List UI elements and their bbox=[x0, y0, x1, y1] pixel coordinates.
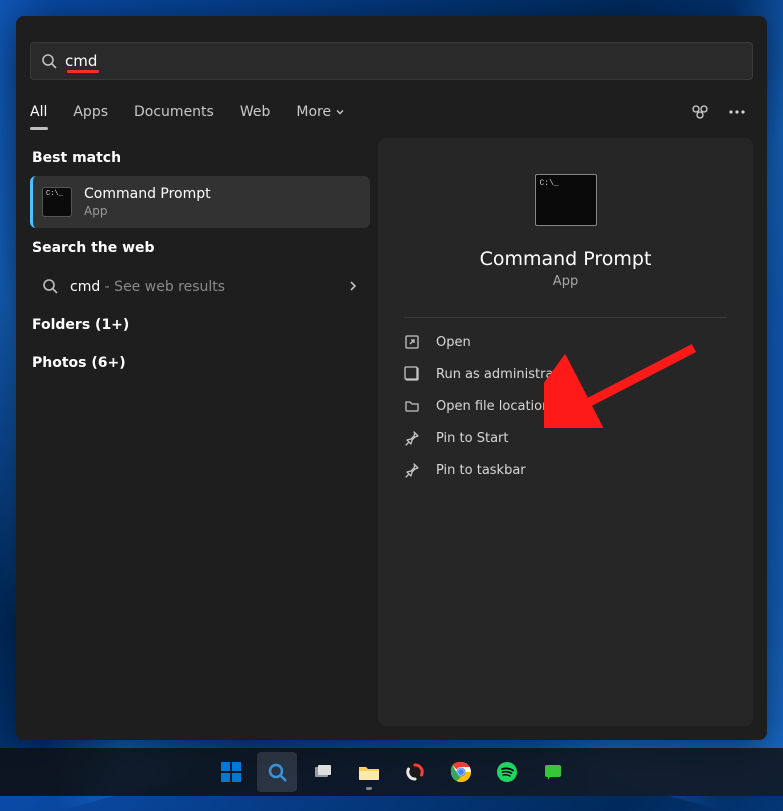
tab-documents[interactable]: Documents bbox=[134, 98, 214, 126]
results-column: Best match C:\_ Command Prompt App Searc… bbox=[30, 138, 370, 726]
pin-icon bbox=[404, 462, 420, 478]
preview-title: Command Prompt bbox=[378, 248, 753, 270]
admin-icon bbox=[404, 366, 420, 382]
folders-header[interactable]: Folders (1+) bbox=[30, 305, 370, 343]
search-icon bbox=[42, 278, 58, 294]
start-search-panel: All Apps Documents Web More Best match C… bbox=[16, 16, 767, 740]
pin-icon bbox=[404, 430, 420, 446]
app-share-x[interactable] bbox=[395, 752, 435, 792]
chevron-right-icon bbox=[348, 280, 358, 292]
annotation-underline bbox=[67, 70, 99, 73]
category-button[interactable] bbox=[685, 96, 717, 128]
search-taskbar-button[interactable] bbox=[257, 752, 297, 792]
tab-all[interactable]: All bbox=[30, 98, 47, 126]
action-pin-start[interactable]: Pin to Start bbox=[386, 422, 745, 454]
search-icon bbox=[41, 53, 57, 69]
search-input[interactable] bbox=[65, 52, 742, 70]
best-match-result[interactable]: C:\_ Command Prompt App bbox=[30, 176, 370, 228]
result-title: Command Prompt bbox=[84, 186, 211, 202]
preview-app-icon: C:\_ bbox=[535, 174, 597, 226]
best-match-header: Best match bbox=[30, 138, 370, 176]
start-button[interactable] bbox=[211, 752, 251, 792]
web-query: cmd bbox=[70, 279, 100, 295]
web-suffix: - See web results bbox=[100, 279, 225, 295]
preview-subtitle: App bbox=[378, 274, 753, 289]
spotify-button[interactable] bbox=[487, 752, 527, 792]
filter-tabs: All Apps Documents Web More bbox=[16, 96, 767, 138]
task-view-button[interactable] bbox=[303, 752, 343, 792]
result-text: Command Prompt App bbox=[84, 186, 211, 218]
action-run-admin[interactable]: Run as administrator bbox=[386, 358, 745, 390]
action-list: Open Run as administrator Open file loca… bbox=[378, 322, 753, 490]
action-open[interactable]: Open bbox=[386, 326, 745, 358]
command-prompt-icon: C:\_ bbox=[42, 187, 72, 217]
tab-apps[interactable]: Apps bbox=[73, 98, 108, 126]
file-explorer-button[interactable] bbox=[349, 752, 389, 792]
preview-panel: C:\_ Command Prompt App Open Run as admi… bbox=[378, 138, 753, 726]
chevron-down-icon bbox=[335, 107, 345, 117]
chat-button[interactable] bbox=[533, 752, 573, 792]
tab-web[interactable]: Web bbox=[240, 98, 271, 126]
search-web-header: Search the web bbox=[30, 228, 370, 266]
search-box[interactable] bbox=[30, 42, 753, 80]
web-search-result[interactable]: cmd - See web results bbox=[30, 266, 370, 305]
action-pin-taskbar[interactable]: Pin to taskbar bbox=[386, 454, 745, 486]
open-icon bbox=[404, 334, 420, 350]
folder-icon bbox=[404, 398, 420, 414]
chrome-button[interactable] bbox=[441, 752, 481, 792]
result-subtitle: App bbox=[84, 204, 211, 218]
tab-more[interactable]: More bbox=[296, 98, 345, 126]
taskbar bbox=[0, 748, 783, 796]
more-options-button[interactable] bbox=[721, 96, 753, 128]
action-open-location[interactable]: Open file location bbox=[386, 390, 745, 422]
photos-header[interactable]: Photos (6+) bbox=[30, 343, 370, 381]
divider bbox=[404, 317, 727, 318]
